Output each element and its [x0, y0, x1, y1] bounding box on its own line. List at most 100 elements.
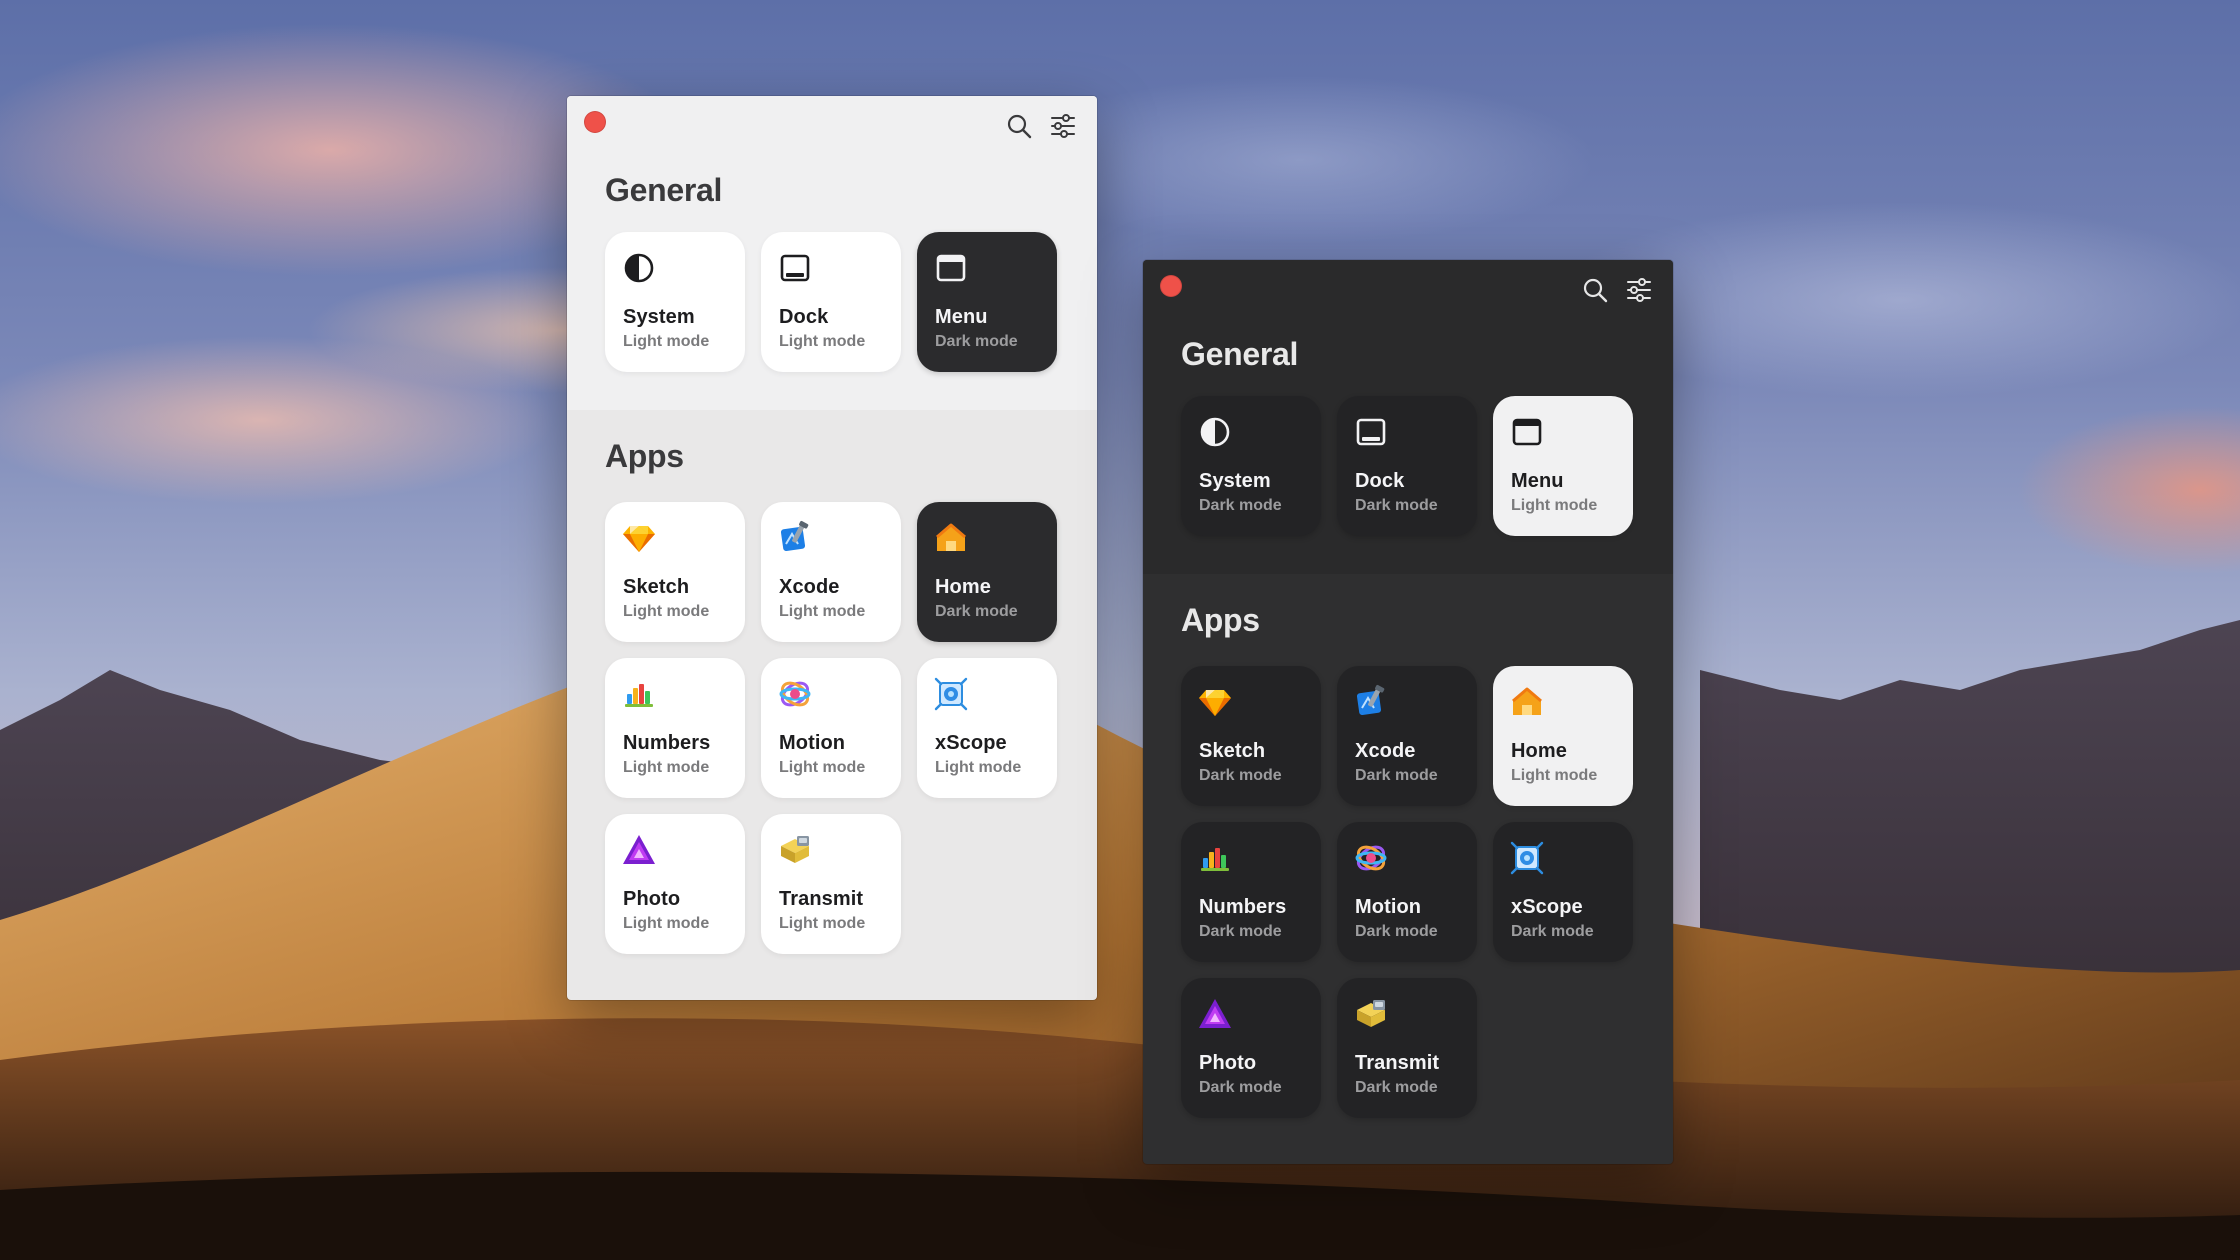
tile-motion[interactable]: Motion Dark mode: [1337, 822, 1477, 962]
tile-mode: Dark mode: [1199, 923, 1282, 940]
photo-icon: [1197, 996, 1233, 1032]
sketch-icon: [1197, 684, 1233, 720]
tile-mode: Dark mode: [1355, 923, 1438, 940]
toolbar: [1581, 276, 1653, 304]
tile-mode: Light mode: [1511, 767, 1598, 784]
tile-name: Dock: [779, 306, 829, 328]
tile-name: Home: [1511, 740, 1567, 762]
tile-sketch[interactable]: Sketch Dark mode: [1181, 666, 1321, 806]
search-icon[interactable]: [1005, 112, 1033, 140]
tile-mode: Dark mode: [1355, 1079, 1438, 1096]
tile-mode: Light mode: [623, 759, 710, 776]
tile-name: Numbers: [1199, 896, 1287, 918]
tile-mode: Light mode: [779, 603, 866, 620]
tile-xscope[interactable]: xScope Light mode: [917, 658, 1057, 798]
search-icon[interactable]: [1581, 276, 1609, 304]
tile-numbers[interactable]: Numbers Light mode: [605, 658, 745, 798]
tile-name: Dock: [1355, 470, 1405, 492]
tile-transmit[interactable]: Transmit Light mode: [761, 814, 901, 954]
half-circle-icon: [621, 250, 657, 286]
tile-name: Home: [935, 576, 991, 598]
tile-motion[interactable]: Motion Light mode: [761, 658, 901, 798]
apps-grid: Sketch Dark mode Xcode Dark mode Home Light m…: [1181, 666, 1633, 1118]
xcode-icon: [1353, 684, 1389, 720]
tile-mode: Light mode: [1511, 497, 1598, 514]
tile-menu[interactable]: Menu Dark mode: [917, 232, 1057, 372]
tile-mode: Light mode: [935, 759, 1022, 776]
motion-icon: [777, 676, 813, 712]
toolbar: [1005, 112, 1077, 140]
tile-name: Sketch: [623, 576, 690, 598]
close-button[interactable]: [584, 111, 606, 133]
tile-xcode[interactable]: Xcode Dark mode: [1337, 666, 1477, 806]
tile-xscope[interactable]: xScope Dark mode: [1493, 822, 1633, 962]
transmit-icon: [777, 832, 813, 868]
tile-name: xScope: [1511, 896, 1583, 918]
tile-name: Menu: [1511, 470, 1564, 492]
tile-dock[interactable]: Dock Dark mode: [1337, 396, 1477, 536]
sketch-icon: [621, 520, 657, 556]
general-grid: System Dark mode Dock Dark mode Menu Light mo…: [1181, 396, 1633, 536]
transmit-icon: [1353, 996, 1389, 1032]
tile-mode: Light mode: [779, 915, 866, 932]
dock-icon: [1353, 414, 1389, 450]
home-icon: [933, 520, 969, 556]
tile-mode: Light mode: [623, 603, 710, 620]
tile-menu[interactable]: Menu Light mode: [1493, 396, 1633, 536]
tile-mode: Dark mode: [1199, 497, 1282, 514]
xscope-icon: [1509, 840, 1545, 876]
general-section: General System Dark mode Dock Dark mode Menu…: [1143, 260, 1673, 574]
tile-mode: Dark mode: [1511, 923, 1594, 940]
motion-icon: [1353, 840, 1389, 876]
tile-home[interactable]: Home Dark mode: [917, 502, 1057, 642]
half-circle-icon: [1197, 414, 1233, 450]
tile-mode: Light mode: [779, 333, 866, 350]
xcode-icon: [777, 520, 813, 556]
tile-mode: Dark mode: [1199, 1079, 1282, 1096]
numbers-icon: [621, 676, 657, 712]
menubar-icon: [933, 250, 969, 286]
tile-name: Photo: [623, 888, 681, 910]
home-icon: [1509, 684, 1545, 720]
general-section: General System Light mode Dock Light mode Me…: [567, 96, 1097, 410]
menubar-icon: [1509, 414, 1545, 450]
numbers-icon: [1197, 840, 1233, 876]
photo-icon: [621, 832, 657, 868]
tile-name: Sketch: [1199, 740, 1266, 762]
tile-mode: Dark mode: [1199, 767, 1282, 784]
desktop-wallpaper: [0, 0, 2240, 1260]
tile-name: Transmit: [779, 888, 864, 910]
tile-mode: Light mode: [623, 915, 710, 932]
sliders-icon[interactable]: [1625, 276, 1653, 304]
tile-photo[interactable]: Photo Light mode: [605, 814, 745, 954]
tile-name: Xcode: [779, 576, 840, 598]
tile-name: System: [1199, 470, 1271, 492]
tile-photo[interactable]: Photo Dark mode: [1181, 978, 1321, 1118]
tile-system[interactable]: System Light mode: [605, 232, 745, 372]
tile-mode: Dark mode: [935, 603, 1018, 620]
tile-name: Xcode: [1355, 740, 1416, 762]
tile-name: Photo: [1199, 1052, 1257, 1074]
apps-title: Apps: [1181, 602, 1260, 638]
tile-name: Numbers: [623, 732, 711, 754]
dark-app-window: General System Dark mode Dock Dark mode Menu…: [1143, 260, 1673, 1164]
tile-system[interactable]: System Dark mode: [1181, 396, 1321, 536]
general-title: General: [605, 172, 723, 208]
sliders-icon[interactable]: [1049, 112, 1077, 140]
tile-mode: Light mode: [623, 333, 710, 350]
tile-numbers[interactable]: Numbers Dark mode: [1181, 822, 1321, 962]
tile-mode: Dark mode: [1355, 767, 1438, 784]
close-button[interactable]: [1160, 275, 1182, 297]
apps-grid: Sketch Light mode Xcode Light mode Home Dark …: [605, 502, 1057, 954]
tile-home[interactable]: Home Light mode: [1493, 666, 1633, 806]
tile-mode: Dark mode: [1355, 497, 1438, 514]
tile-mode: Dark mode: [935, 333, 1018, 350]
tile-dock[interactable]: Dock Light mode: [761, 232, 901, 372]
tile-sketch[interactable]: Sketch Light mode: [605, 502, 745, 642]
dock-icon: [777, 250, 813, 286]
tile-transmit[interactable]: Transmit Dark mode: [1337, 978, 1477, 1118]
general-grid: System Light mode Dock Light mode Menu Dark m…: [605, 232, 1057, 372]
tile-xcode[interactable]: Xcode Light mode: [761, 502, 901, 642]
desert-dunes: [0, 620, 2240, 1260]
tile-name: Motion: [1355, 896, 1422, 918]
